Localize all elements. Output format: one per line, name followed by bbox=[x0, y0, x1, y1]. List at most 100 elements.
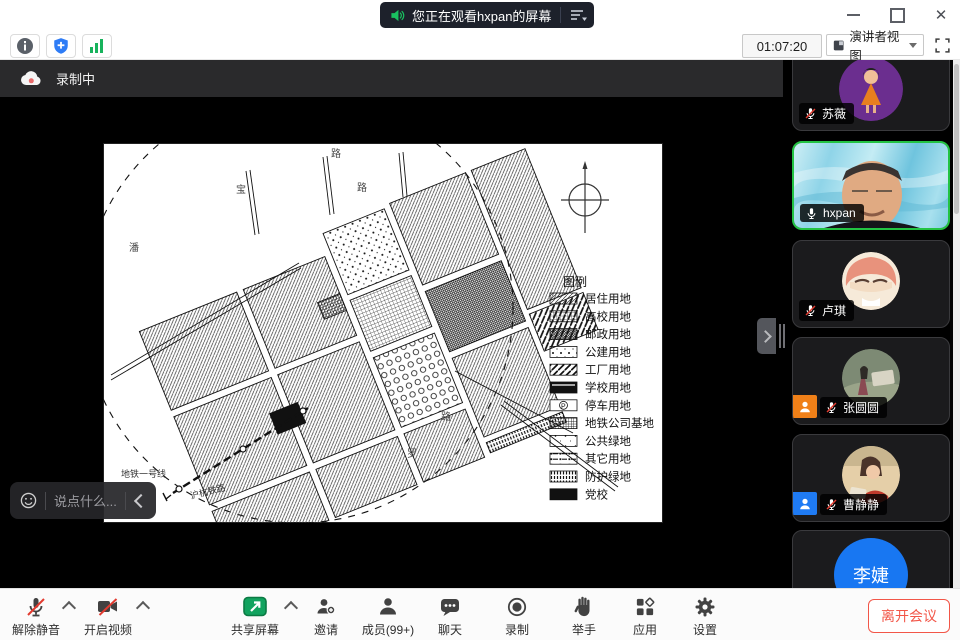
participant-tile-luqi[interactable]: 卢琪 bbox=[792, 240, 950, 328]
mic-muted-icon bbox=[804, 304, 817, 317]
recording-banner: 录制中 bbox=[0, 60, 783, 97]
svg-text:防护绿地: 防护绿地 bbox=[585, 470, 631, 484]
screen-watching-pill[interactable]: 您正在观看hxpan的屏幕 bbox=[380, 2, 594, 28]
meeting-info-button[interactable] bbox=[10, 34, 40, 58]
chat-label: 聊天 bbox=[438, 621, 462, 638]
raise-hand-label: 举手 bbox=[572, 621, 596, 638]
person-icon bbox=[798, 497, 812, 511]
members-icon bbox=[376, 595, 400, 619]
participant-nameplate: 曹静静 bbox=[820, 494, 887, 515]
control-bar: 解除静音 开启视频 共享屏幕 bbox=[0, 588, 960, 640]
maximize-icon bbox=[890, 8, 905, 23]
participant-nameplate: 卢琪 bbox=[799, 300, 854, 321]
speaker-icon bbox=[390, 8, 405, 23]
quick-chat-bubble[interactable]: 说点什么... bbox=[10, 482, 156, 519]
chat-button[interactable]: 聊天 bbox=[414, 594, 486, 638]
shared-screen-stage: 录制中 bbox=[0, 60, 960, 588]
shield-plus-icon bbox=[52, 37, 70, 55]
chevron-down-icon bbox=[909, 43, 917, 48]
svg-text:公建用地: 公建用地 bbox=[585, 345, 631, 359]
maximize-button[interactable] bbox=[886, 4, 908, 26]
participant-name: hxpan bbox=[823, 206, 856, 220]
svg-text:路: 路 bbox=[357, 181, 367, 194]
members-label: 成员(99+) bbox=[362, 621, 414, 638]
fullscreen-button[interactable] bbox=[930, 33, 954, 57]
participant-nameplate: hxpan bbox=[800, 204, 864, 222]
settings-button[interactable]: 设置 bbox=[669, 594, 741, 638]
sidebar-grip-line[interactable] bbox=[779, 324, 781, 348]
share-screen-button[interactable]: 共享屏幕 bbox=[219, 594, 291, 638]
svg-text:潘: 潘 bbox=[129, 242, 139, 254]
participant-tile-suwei[interactable]: 苏薇 bbox=[792, 60, 950, 131]
participant-name: 曹静静 bbox=[843, 496, 879, 513]
mic-muted-icon bbox=[804, 107, 817, 120]
scrollbar-thumb[interactable] bbox=[954, 64, 959, 214]
avatar-text: 李婕 bbox=[853, 562, 889, 588]
raise-hand-icon bbox=[572, 595, 596, 619]
leave-meeting-button[interactable]: 离开会议 bbox=[868, 599, 950, 633]
svg-text:罗: 罗 bbox=[407, 448, 417, 460]
fullscreen-icon bbox=[934, 37, 951, 54]
cloud-recording-icon bbox=[20, 71, 42, 86]
metro-label: 地铁一号线 bbox=[121, 468, 166, 479]
role-badge-blue bbox=[793, 492, 817, 515]
start-video-button[interactable]: 开启视频 bbox=[72, 594, 144, 638]
participant-tile-caojingjing[interactable]: 曹静静 bbox=[792, 434, 950, 522]
svg-text:公共绿地: 公共绿地 bbox=[585, 434, 631, 448]
record-button[interactable]: 录制 bbox=[481, 594, 553, 638]
network-quality-button[interactable] bbox=[82, 34, 112, 58]
close-button[interactable]: ✕ bbox=[930, 4, 952, 26]
signal-bars-icon bbox=[88, 37, 106, 55]
sidebar-collapse-handle[interactable] bbox=[757, 318, 776, 354]
camera-muted-icon bbox=[96, 595, 120, 619]
participants-sidebar: 苏薇 hxpan bbox=[785, 60, 960, 588]
invite-person-icon bbox=[314, 595, 338, 619]
svg-text:党校: 党校 bbox=[585, 487, 608, 501]
participant-tile-lijie[interactable]: 李婕 bbox=[792, 530, 950, 588]
chat-input-placeholder[interactable]: 说点什么... bbox=[54, 491, 117, 510]
svg-text:学校用地: 学校用地 bbox=[585, 381, 631, 395]
svg-text:其它用地: 其它用地 bbox=[585, 452, 631, 466]
gear-icon bbox=[693, 595, 717, 619]
role-badge-orange bbox=[793, 395, 817, 418]
svg-text:邮政用地: 邮政用地 bbox=[585, 327, 631, 341]
participant-tile-hxpan[interactable]: hxpan bbox=[792, 141, 950, 230]
view-mode-button[interactable]: 演讲者视图 bbox=[826, 34, 924, 56]
chat-divider bbox=[45, 492, 46, 510]
svg-text:路: 路 bbox=[331, 147, 341, 160]
participant-name: 苏薇 bbox=[822, 105, 846, 122]
layout-view-icon bbox=[833, 39, 844, 52]
mic-on-icon bbox=[805, 207, 818, 220]
close-icon: ✕ bbox=[935, 8, 948, 23]
layout-sort-icon[interactable] bbox=[570, 7, 588, 23]
watching-title: 您正在观看hxpan的屏幕 bbox=[412, 6, 551, 25]
shared-map-document: 地铁一号线 沪杭铁路 潘 宝 路 路 罗 路 图例 bbox=[103, 143, 663, 523]
participant-name: 卢琪 bbox=[822, 302, 846, 319]
participant-nameplate: 张圆圆 bbox=[820, 397, 887, 418]
meeting-timer: 01:07:20 bbox=[742, 34, 822, 58]
participant-nameplate: 苏薇 bbox=[799, 103, 854, 124]
chat-bubble-icon bbox=[438, 595, 462, 619]
minimize-button[interactable] bbox=[842, 4, 864, 26]
chevron-left-icon[interactable] bbox=[134, 493, 148, 507]
meeting-toolbar: 01:07:20 演讲者视图 bbox=[0, 30, 960, 60]
emoji-icon[interactable] bbox=[20, 492, 37, 509]
unmute-button[interactable]: 解除静音 bbox=[0, 594, 72, 638]
apps-grid-icon bbox=[634, 596, 656, 618]
minimize-icon bbox=[847, 14, 860, 16]
sidebar-scrollbar[interactable] bbox=[953, 60, 960, 588]
mic-muted-icon bbox=[825, 498, 838, 511]
mic-muted-icon bbox=[24, 595, 48, 619]
record-icon bbox=[505, 595, 529, 619]
info-icon bbox=[16, 37, 34, 55]
svg-text:高校用地: 高校用地 bbox=[585, 309, 631, 323]
participant-tile-zhangyuanyuan[interactable]: 张圆圆 bbox=[792, 337, 950, 425]
start-video-label: 开启视频 bbox=[84, 621, 132, 638]
mic-muted-icon bbox=[825, 401, 838, 414]
unmute-label: 解除静音 bbox=[12, 621, 60, 638]
security-button[interactable] bbox=[46, 34, 76, 58]
chat-divider2 bbox=[125, 492, 126, 510]
avatar-initials: 李婕 bbox=[834, 538, 908, 588]
svg-text:工厂用地: 工厂用地 bbox=[585, 364, 631, 377]
window-title-bar: 您正在观看hxpan的屏幕 ✕ bbox=[0, 0, 960, 30]
